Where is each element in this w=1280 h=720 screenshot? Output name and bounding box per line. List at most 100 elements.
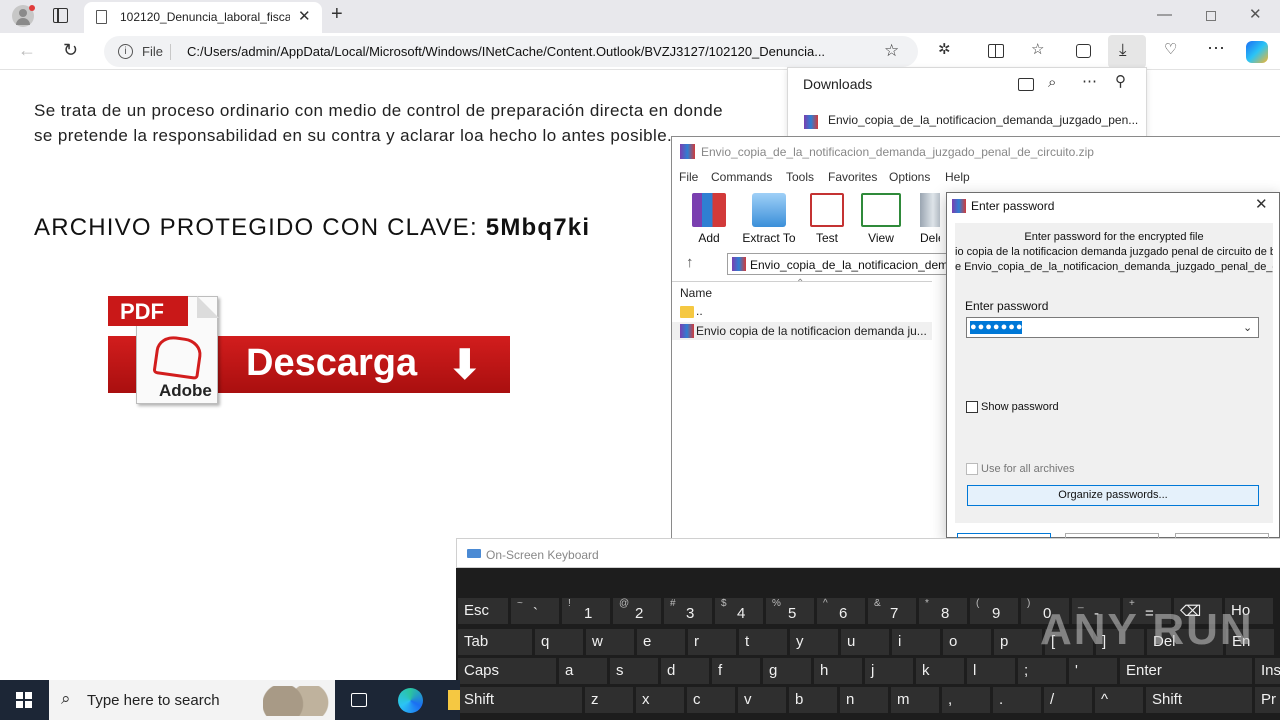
osk-key[interactable]: z: [585, 687, 633, 713]
osk-key[interactable]: Tab: [458, 629, 532, 655]
osk-key[interactable]: h: [814, 658, 862, 684]
address-bar[interactable]: i File C:/Users/admin/AppData/Local/Micr…: [104, 36, 918, 67]
osk-key[interactable]: ^: [1095, 687, 1143, 713]
osk-key[interactable]: n: [840, 687, 888, 713]
windows-start-icon[interactable]: [16, 692, 32, 708]
back-icon[interactable]: ←: [18, 41, 36, 59]
osk-key[interactable]: u: [841, 629, 889, 655]
osk-key[interactable]: Caps: [458, 658, 556, 684]
osk-key[interactable]: #3: [664, 598, 712, 624]
more-options-icon[interactable]: ⋯: [1082, 74, 1097, 90]
menu-favorites[interactable]: Favorites: [828, 170, 877, 184]
osk-key[interactable]: d: [661, 658, 709, 684]
split-screen-icon[interactable]: [988, 44, 1004, 58]
osk-key[interactable]: ~ `: [511, 598, 559, 624]
osk-key[interactable]: l: [967, 658, 1015, 684]
osk-key[interactable]: ': [1069, 658, 1117, 684]
view-button[interactable]: View: [856, 193, 906, 245]
osk-key[interactable]: x: [636, 687, 684, 713]
pin-icon[interactable]: ⚲: [1115, 74, 1126, 90]
osk-key[interactable]: .: [993, 687, 1041, 713]
osk-key[interactable]: g: [763, 658, 811, 684]
osk-key[interactable]: m: [891, 687, 939, 713]
favorite-star-icon[interactable]: ☆: [884, 42, 899, 59]
osk-key[interactable]: ,: [942, 687, 990, 713]
refresh-icon[interactable]: ↻: [63, 41, 78, 59]
minimize-icon[interactable]: —: [1157, 7, 1172, 23]
osk-key[interactable]: $4: [715, 598, 763, 624]
osk-key[interactable]: /: [1044, 687, 1092, 713]
osk-key[interactable]: Pr: [1255, 687, 1280, 713]
copilot-icon[interactable]: [1246, 41, 1268, 63]
osk-key[interactable]: Enter: [1120, 658, 1252, 684]
osk-key[interactable]: j: [865, 658, 913, 684]
chevron-down-icon[interactable]: ⌄: [1243, 320, 1252, 336]
osk-key[interactable]: Esc: [458, 598, 508, 624]
menu-file[interactable]: File: [679, 170, 698, 184]
downloads-button[interactable]: ⤓: [1108, 35, 1146, 68]
osk-key[interactable]: ! 1: [562, 598, 610, 624]
osk-key[interactable]: @2: [613, 598, 661, 624]
show-password-checkbox[interactable]: [966, 401, 978, 413]
osk-key[interactable]: f: [712, 658, 760, 684]
info-icon[interactable]: i: [118, 44, 133, 59]
osk-key[interactable]: a: [559, 658, 607, 684]
use-for-all-checkbox[interactable]: [966, 463, 978, 475]
performance-icon[interactable]: ♡: [1164, 42, 1177, 58]
list-item-archive[interactable]: Envio copia de la notificacion demanda j…: [696, 324, 927, 338]
test-button[interactable]: Test: [802, 193, 852, 245]
more-menu-icon[interactable]: ⋯: [1207, 39, 1225, 57]
osk-key[interactable]: Ins: [1255, 658, 1280, 684]
menu-commands[interactable]: Commands: [711, 170, 772, 184]
up-one-level-icon[interactable]: ↑: [686, 255, 694, 271]
close-tab-icon[interactable]: ✕: [298, 9, 311, 25]
extract-to-button[interactable]: Extract To: [742, 193, 796, 245]
osk-key[interactable]: ;: [1018, 658, 1066, 684]
osk-key[interactable]: i: [892, 629, 940, 655]
osk-key[interactable]: (9: [970, 598, 1018, 624]
password-input[interactable]: ●●●●●●● ⌄: [966, 317, 1259, 338]
column-name-header[interactable]: Name: [680, 286, 712, 300]
delete-button[interactable]: Delet: [910, 193, 940, 245]
restore-icon[interactable]: [1206, 11, 1216, 21]
osk-key[interactable]: * 8: [919, 598, 967, 624]
osk-key[interactable]: Shift: [1146, 687, 1252, 713]
osk-key[interactable]: Shift: [458, 687, 582, 713]
explorer-taskbar-icon[interactable]: [448, 690, 460, 710]
osk-key[interactable]: w: [586, 629, 634, 655]
extensions-icon[interactable]: ✲: [938, 42, 951, 58]
osk-key[interactable]: k: [916, 658, 964, 684]
osk-key[interactable]: c: [687, 687, 735, 713]
favorites-icon[interactable]: ☆: [1031, 42, 1044, 58]
osk-key[interactable]: p: [994, 629, 1042, 655]
tab-actions-icon[interactable]: [53, 8, 68, 23]
osk-key[interactable]: & 7: [868, 598, 916, 624]
add-button[interactable]: Add: [684, 193, 734, 245]
task-view-icon[interactable]: [351, 693, 367, 707]
osk-key[interactable]: q: [535, 629, 583, 655]
download-item-name[interactable]: Envio_copia_de_la_notificacion_demanda_j…: [828, 113, 1138, 127]
organize-passwords-button[interactable]: Organize passwords...: [967, 485, 1259, 506]
osk-key[interactable]: % 5: [766, 598, 814, 624]
open-folder-icon[interactable]: [1018, 78, 1034, 91]
osk-key[interactable]: v: [738, 687, 786, 713]
taskbar-search-box[interactable]: ⌕ Type here to search: [49, 680, 335, 720]
osk-key[interactable]: t: [739, 629, 787, 655]
osk-key[interactable]: y: [790, 629, 838, 655]
osk-key[interactable]: r: [688, 629, 736, 655]
osk-key[interactable]: ^ 6: [817, 598, 865, 624]
collections-icon[interactable]: [1076, 44, 1091, 58]
osk-key[interactable]: s: [610, 658, 658, 684]
edge-taskbar-icon[interactable]: [398, 688, 423, 713]
menu-tools[interactable]: Tools: [786, 170, 814, 184]
new-tab-icon[interactable]: +: [331, 4, 343, 24]
osk-key[interactable]: e: [637, 629, 685, 655]
download-banner[interactable]: Adobe PDF Descarga ⬇: [108, 292, 510, 406]
menu-help[interactable]: Help: [945, 170, 970, 184]
osk-key[interactable]: o: [943, 629, 991, 655]
close-window-icon[interactable]: ✕: [1249, 7, 1262, 23]
search-icon[interactable]: ⌕: [1048, 75, 1056, 91]
osk-key[interactable]: b: [789, 687, 837, 713]
dialog-close-icon[interactable]: ✕: [1255, 197, 1268, 213]
address-url[interactable]: C:/Users/admin/AppData/Local/Microsoft/W…: [187, 44, 887, 59]
